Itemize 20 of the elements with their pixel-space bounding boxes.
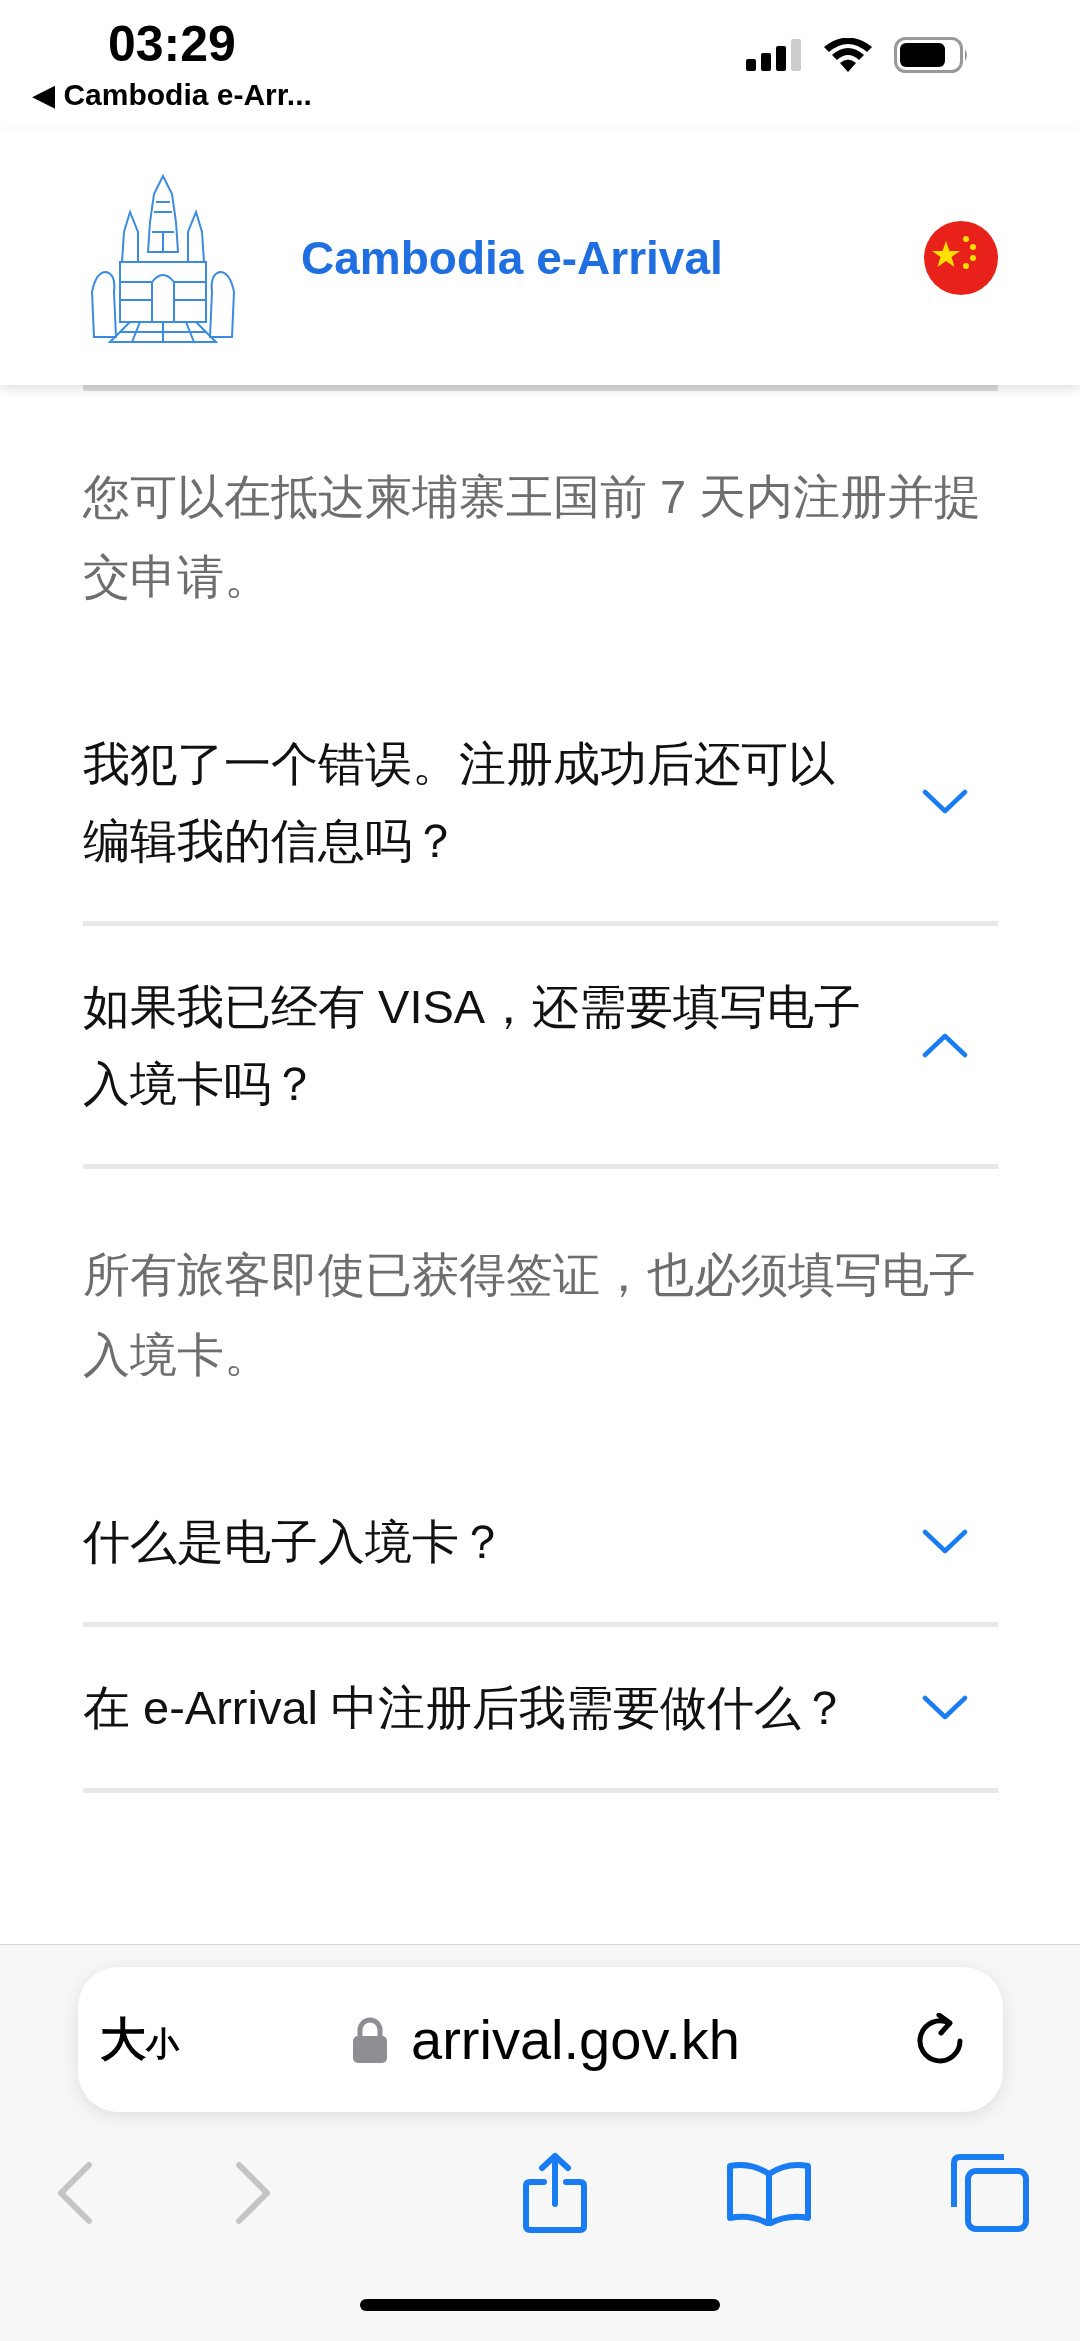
- tabs-button[interactable]: [950, 2153, 1030, 2233]
- site-title: Cambodia e-Arrival: [301, 230, 724, 285]
- faq-question[interactable]: 在 e-Arrival 中注册后我需要做什么？: [83, 1627, 998, 1788]
- back-to-app-link[interactable]: ◀ Cambodia e-Arr...: [32, 76, 312, 112]
- faq-question[interactable]: 我犯了一个错误。注册成功后还可以编辑我的信息吗？: [83, 683, 998, 921]
- wifi-icon: [824, 38, 872, 72]
- china-flag-icon[interactable]: [924, 220, 998, 295]
- battery-icon: [894, 37, 970, 73]
- bookmarks-button[interactable]: [725, 2160, 812, 2226]
- share-button[interactable]: [521, 2152, 588, 2234]
- address-bar[interactable]: 大小 arrival.gov.kh: [77, 1967, 1003, 2112]
- faq-question[interactable]: 如果我已经有 VISA，还需要填写电子入境卡吗？: [83, 926, 998, 1164]
- faq-answer: 您可以在抵达柬埔寨王国前 7 天内注册并提交申请。: [83, 469, 983, 605]
- faq-answer: 所有旅客即使已获得签证，也必须填写电子入境卡。: [83, 1247, 977, 1383]
- status-time: 03:29: [107, 18, 236, 69]
- text-size-button[interactable]: 大小: [99, 2008, 179, 2071]
- faq-question[interactable]: 什么是电子入境卡？: [83, 1461, 998, 1622]
- lock-icon: [353, 2016, 388, 2063]
- signal-icon: [746, 39, 802, 71]
- url-text: arrival.gov.kh: [411, 2007, 740, 2072]
